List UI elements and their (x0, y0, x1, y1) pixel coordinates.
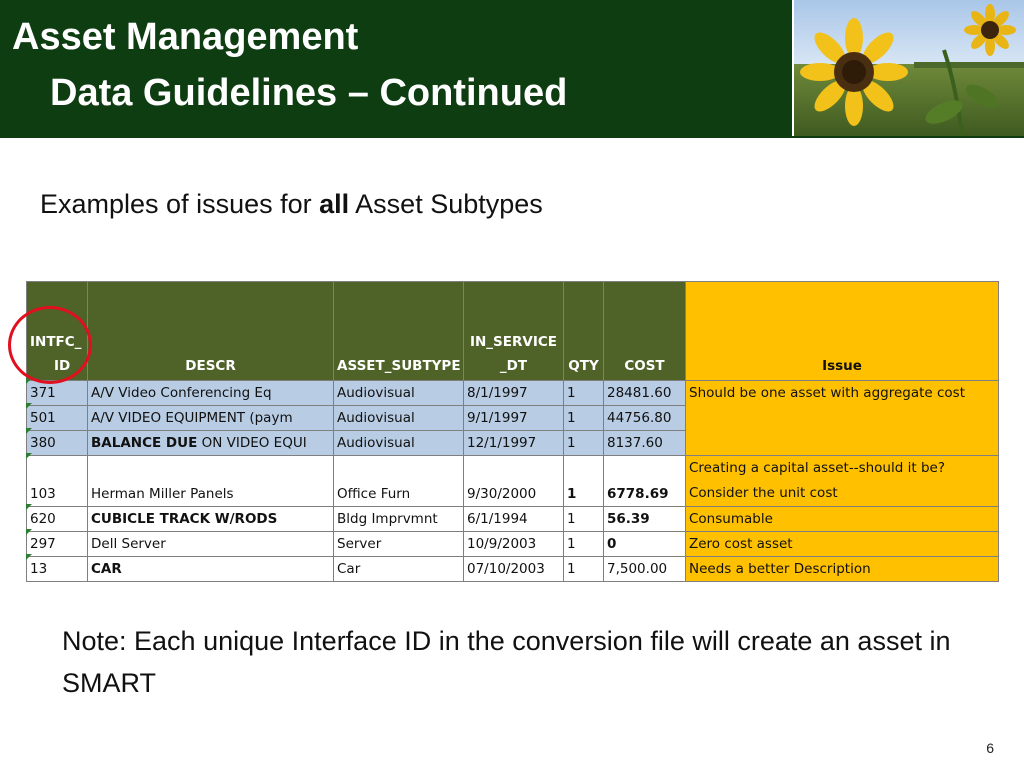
cell-subtype: Server (333, 531, 464, 557)
cell-id: 297 (26, 531, 88, 557)
table-row: 620 CUBICLE TRACK W/RODS Bldg Imprvmnt 6… (26, 506, 999, 532)
cell-cost: 44756.80 (603, 405, 686, 431)
cell-qty: 1 (563, 380, 604, 406)
descr-bold-part: BALANCE DUE (91, 435, 198, 451)
issue-line1: Creating a capital asset--should it be? (689, 460, 945, 476)
table-row: 371 A/V Video Conferencing Eq Audiovisua… (26, 380, 999, 456)
cell-subtype: Audiovisual (333, 405, 464, 431)
cell-descr: A/V VIDEO EQUIPMENT (paym (87, 405, 334, 431)
table-row: 297 Dell Server Server 10/9/2003 1 0 Zer… (26, 531, 999, 557)
slide-subtitle: Examples of issues for all Asset Subtype… (40, 186, 543, 222)
cell-id: 620 (26, 506, 88, 532)
cell-descr: BALANCE DUE ON VIDEO EQUI (87, 430, 334, 456)
col-header-id: INTFC_ ID (26, 281, 88, 381)
cell-cost: 8137.60 (603, 430, 686, 456)
cell-date: 9/30/2000 (463, 455, 564, 507)
cell-issue: Needs a better Description (685, 556, 999, 582)
cell-flag-icon (26, 428, 32, 434)
cell-flag-icon (26, 453, 32, 459)
title-banner: Asset Management Data Guidelines – Conti… (0, 0, 1024, 138)
subtitle-emphasis: all (319, 189, 350, 219)
issue-line2: Consider the unit cost (689, 485, 838, 501)
cell-descr: A/V Video Conferencing Eq (87, 380, 334, 406)
col-header-descr: DESCR (87, 281, 334, 381)
cell-flag-icon (26, 554, 32, 560)
cell-issue: Zero cost asset (685, 531, 999, 557)
cell-descr: CUBICLE TRACK W/RODS (87, 506, 334, 532)
cell-date: 07/10/2003 (463, 556, 564, 582)
slide-title-line1: Asset Management (12, 16, 359, 58)
cell-flag-icon (26, 504, 32, 510)
cell-subtype: Audiovisual (333, 430, 464, 456)
cell-descr: Dell Server (87, 531, 334, 557)
cell-issue: Should be one asset with aggregate cost (685, 380, 999, 456)
table-row: 13 CAR Car 07/10/2003 1 7,500.00 Needs a… (26, 556, 999, 582)
cell-date: 8/1/1997 (463, 380, 564, 406)
subtitle-suffix: Asset Subtypes (349, 189, 543, 219)
page-number: 6 (986, 740, 994, 756)
asset-issues-table: INTFC_ ID DESCR ASSET_SUBTYPE IN_SERVICE _… (26, 281, 999, 582)
cell-date: 6/1/1994 (463, 506, 564, 532)
cell-cost: 0 (603, 531, 686, 557)
cell-issue: Consumable (685, 506, 999, 532)
cell-qty: 1 (563, 506, 604, 532)
cell-qty: 1 (563, 430, 604, 456)
cell-cost: 28481.60 (603, 380, 686, 406)
cell-flag-icon (26, 403, 32, 409)
cell-flag-icon (26, 529, 32, 535)
slide-title-line2: Data Guidelines – Continued (50, 72, 568, 114)
col-header-issue: Issue (685, 281, 999, 381)
cell-qty: 1 (563, 531, 604, 557)
cell-date: 12/1/1997 (463, 430, 564, 456)
cell-date: 10/9/2003 (463, 531, 564, 557)
cell-descr: Herman Miller Panels (87, 455, 334, 507)
cell-flag-icon (26, 378, 32, 384)
sunflower-photo (792, 0, 1024, 136)
cell-subtype: Car (333, 556, 464, 582)
cell-cost: 7,500.00 (603, 556, 686, 582)
subtitle-prefix: Examples of issues for (40, 189, 320, 219)
table-header-row: INTFC_ ID DESCR ASSET_SUBTYPE IN_SERVICE _… (26, 281, 999, 381)
cell-date: 9/1/1997 (463, 405, 564, 431)
cell-id: 103 (26, 455, 88, 507)
note-text: Note: Each unique Interface ID in the co… (62, 626, 951, 698)
cell-id: 371 (26, 380, 88, 406)
col-header-cost: COST (603, 281, 686, 381)
cell-subtype: Bldg Imprvmnt (333, 506, 464, 532)
cell-cost: 56.39 (603, 506, 686, 532)
cell-qty: 1 (563, 405, 604, 431)
cell-subtype: Audiovisual (333, 380, 464, 406)
cell-qty: 1 (563, 556, 604, 582)
cell-descr: CAR (87, 556, 334, 582)
descr-rest-part: ON VIDEO EQUI (197, 435, 307, 451)
cell-cost: 6778.69 (603, 455, 686, 507)
cell-subtype: Office Furn (333, 455, 464, 507)
col-header-in-service: IN_SERVICE _DT (463, 281, 564, 381)
cell-id: 501 (26, 405, 88, 431)
cell-id: 13 (26, 556, 88, 582)
table-row: 103 Herman Miller Panels Office Furn 9/3… (26, 455, 999, 507)
col-header-qty: QTY (563, 281, 604, 381)
cell-id: 380 (26, 430, 88, 456)
cell-qty: 1 (563, 455, 604, 507)
col-header-subtype: ASSET_SUBTYPE (333, 281, 464, 381)
cell-issue: Creating a capital asset--should it be? C… (685, 455, 999, 507)
